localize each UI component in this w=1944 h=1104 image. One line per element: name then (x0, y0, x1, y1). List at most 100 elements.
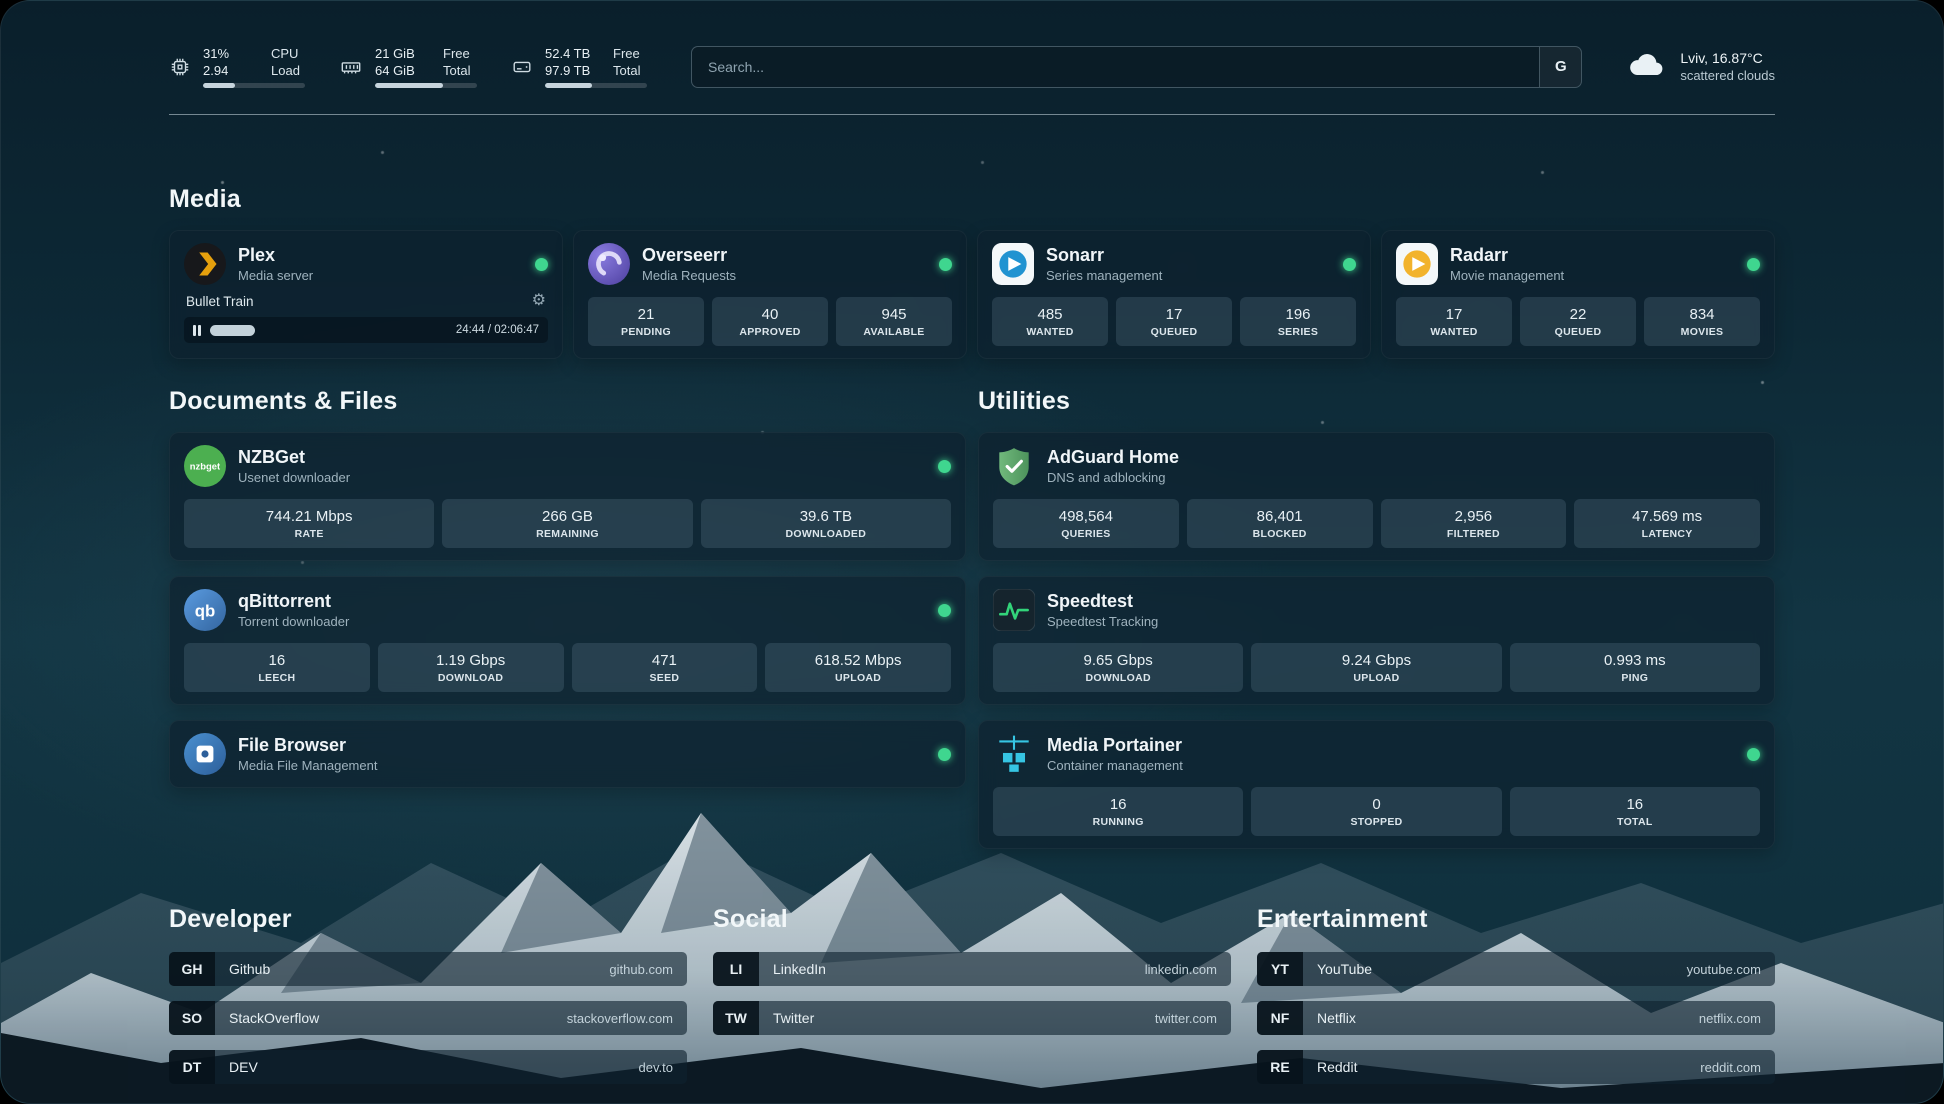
bookmark-stackoverflow[interactable]: SO StackOverflow stackoverflow.com (169, 1001, 687, 1035)
disk-label-1: Free (613, 45, 640, 62)
bookmark-netflix[interactable]: NF Netflix netflix.com (1257, 1001, 1775, 1035)
bookmark-dev[interactable]: DT DEV dev.to (169, 1050, 687, 1084)
app-subtitle: Media File Management (238, 758, 377, 773)
app-name: File Browser (238, 735, 377, 756)
app-subtitle: Speedtest Tracking (1047, 614, 1158, 629)
filebrowser-icon (184, 733, 226, 775)
youtube-icon: YT (1257, 952, 1303, 986)
stat-wanted: 17WANTED (1396, 297, 1512, 346)
playback-bar[interactable]: 24:44 / 02:06:47 (184, 317, 548, 343)
nzbget-icon: nzbget (184, 445, 226, 487)
disk-free: 52.4 TB (545, 45, 595, 62)
disk-label-2: Total (613, 62, 640, 79)
stat-latency: 47.569 msLATENCY (1574, 499, 1760, 548)
section-title-developer: Developer (169, 905, 687, 934)
app-name: Media Portainer (1047, 735, 1183, 756)
weather-location: Lviv, 16.87°C (1680, 50, 1775, 66)
stat-download: 9.65 GbpsDOWNLOAD (993, 643, 1243, 692)
stat-leech: 16LEECH (184, 643, 370, 692)
utilities-column: Utilities AdGuard Home (978, 387, 1775, 849)
stat-queued: 22QUEUED (1520, 297, 1636, 346)
app-subtitle: Movie management (1450, 268, 1564, 283)
system-stats: 31%CPU 2.94Load 21 GiBFree 64 GiBTotal (169, 45, 647, 88)
stat-seed: 471SEED (572, 643, 758, 692)
weather-condition: scattered clouds (1680, 68, 1775, 83)
bookmark-reddit[interactable]: RE Reddit reddit.com (1257, 1050, 1775, 1084)
radarr-icon (1396, 243, 1438, 285)
stat-queued: 17QUEUED (1116, 297, 1232, 346)
status-dot (1747, 258, 1760, 271)
ram-label-1: Free (443, 45, 470, 62)
app-subtitle: Container management (1047, 758, 1183, 773)
dashboard-screen: 31%CPU 2.94Load 21 GiBFree 64 GiBTotal (0, 0, 1944, 1104)
netflix-icon: NF (1257, 1001, 1303, 1035)
stat-downloaded: 39.6 TBDOWNLOADED (701, 499, 951, 548)
cpu-chip-icon (169, 56, 191, 78)
app-name: AdGuard Home (1047, 447, 1179, 468)
stat-available: 945AVAILABLE (836, 297, 952, 346)
section-title-entertainment: Entertainment (1257, 905, 1775, 934)
stat-rate: 744.21 MbpsRATE (184, 499, 434, 548)
overseerr-icon (588, 243, 630, 285)
cpu-label-2: Load (271, 62, 300, 79)
plex-now-playing: Bullet Train ⚙ 24:44 / 02:06:47 (184, 293, 548, 343)
app-subtitle: Media Requests (642, 268, 736, 283)
reddit-icon: RE (1257, 1050, 1303, 1084)
cpu-widget: 31%CPU 2.94Load (169, 45, 305, 88)
app-card-radarr[interactable]: Radarr Movie management 17WANTED 22QUEUE… (1381, 230, 1775, 359)
documents-column: Documents & Files nzbget NZBGet Usenet d (169, 387, 966, 788)
portainer-icon (993, 733, 1035, 775)
section-title-documents: Documents & Files (169, 387, 966, 416)
ram-progress-bar (375, 83, 477, 88)
stat-blocked: 86,401BLOCKED (1187, 499, 1373, 548)
app-card-qbittorrent[interactable]: qb qBittorrent Torrent downloader 16LEEC… (169, 576, 966, 705)
gear-icon[interactable]: ⚙ (532, 293, 546, 309)
adguard-icon (993, 445, 1035, 487)
app-name: Radarr (1450, 245, 1564, 266)
pause-icon[interactable] (193, 325, 201, 336)
dev-icon: DT (169, 1050, 215, 1084)
media-section: Media Plex Media server (169, 185, 1775, 359)
stat-upload: 618.52 MbpsUPLOAD (765, 643, 951, 692)
developer-bookmarks: Developer GH Github github.com SO StackO… (169, 905, 687, 1084)
bookmark-youtube[interactable]: YT YouTube youtube.com (1257, 952, 1775, 986)
search-input[interactable] (692, 47, 1539, 87)
weather-widget: Lviv, 16.87°C scattered clouds (1626, 49, 1775, 84)
stat-remaining: 266 GBREMAINING (442, 499, 692, 548)
app-card-filebrowser[interactable]: File Browser Media File Management (169, 720, 966, 788)
app-name: Overseerr (642, 245, 736, 266)
app-card-overseerr[interactable]: Overseerr Media Requests 21PENDING 40APP… (573, 230, 967, 359)
app-name: Speedtest (1047, 591, 1158, 612)
section-title-utilities: Utilities (978, 387, 1775, 416)
ram-free: 21 GiB (375, 45, 425, 62)
stackoverflow-icon: SO (169, 1001, 215, 1035)
app-subtitle: Media server (238, 268, 313, 283)
app-card-portainer[interactable]: Media Portainer Container management 16R… (978, 720, 1775, 849)
bookmark-twitter[interactable]: TW Twitter twitter.com (713, 1001, 1231, 1035)
app-name: Sonarr (1046, 245, 1162, 266)
playback-progress[interactable] (210, 325, 447, 336)
status-dot (938, 604, 951, 617)
bookmark-github[interactable]: GH Github github.com (169, 952, 687, 986)
top-bar: 31%CPU 2.94Load 21 GiBFree 64 GiBTotal (169, 45, 1775, 88)
svg-text:qb: qb (195, 601, 216, 620)
search-engine-button[interactable]: G (1539, 47, 1581, 87)
stat-ping: 0.993 msPING (1510, 643, 1760, 692)
app-card-plex[interactable]: Plex Media server Bullet Train ⚙ (169, 230, 563, 359)
stat-filtered: 2,956FILTERED (1381, 499, 1567, 548)
app-card-adguard[interactable]: AdGuard Home DNS and adblocking 498,564Q… (978, 432, 1775, 561)
status-dot (938, 460, 951, 473)
stat-stopped: 0STOPPED (1251, 787, 1501, 836)
app-name: NZBGet (238, 447, 350, 468)
speedtest-icon (993, 589, 1035, 631)
stat-series: 196SERIES (1240, 297, 1356, 346)
app-card-speedtest[interactable]: Speedtest Speedtest Tracking 9.65 GbpsDO… (978, 576, 1775, 705)
bookmarks-section: Developer GH Github github.com SO StackO… (169, 905, 1775, 1084)
now-playing-title: Bullet Train (186, 294, 254, 309)
twitter-icon: TW (713, 1001, 759, 1035)
disk-total: 97.9 TB (545, 62, 595, 79)
app-card-sonarr[interactable]: Sonarr Series management 485WANTED 17QUE… (977, 230, 1371, 359)
app-card-nzbget[interactable]: nzbget NZBGet Usenet downloader 744.21 M… (169, 432, 966, 561)
stat-wanted: 485WANTED (992, 297, 1108, 346)
bookmark-linkedin[interactable]: LI LinkedIn linkedin.com (713, 952, 1231, 986)
